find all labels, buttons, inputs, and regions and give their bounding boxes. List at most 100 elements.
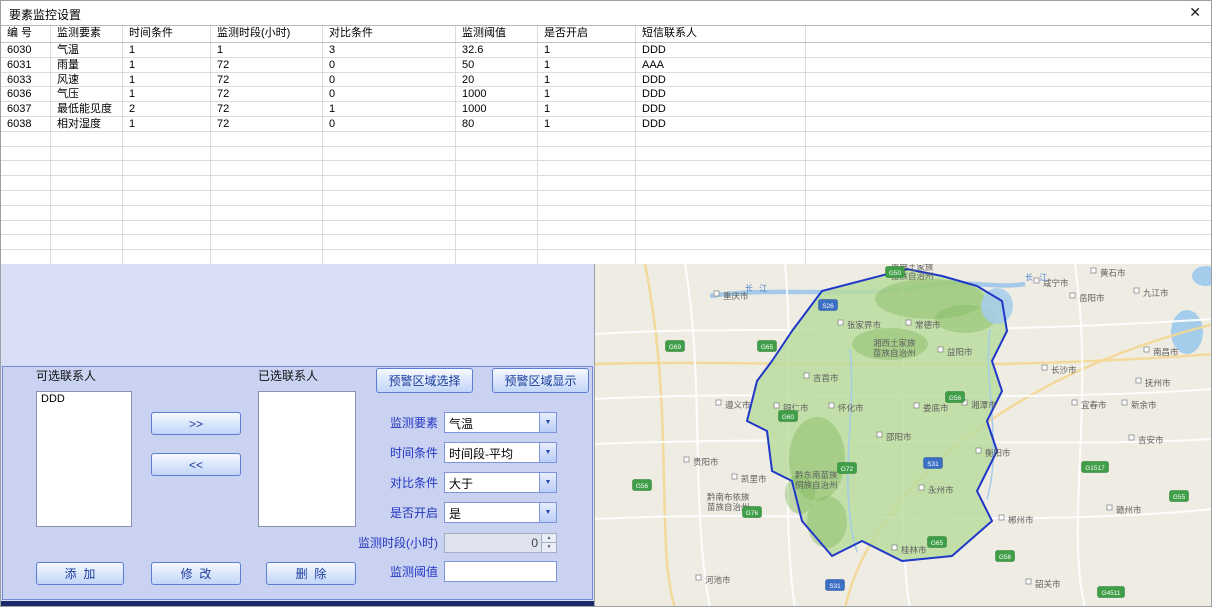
city-marker-icon: [1134, 288, 1139, 293]
table-cell: [123, 221, 211, 235]
column-header[interactable]: 监测时段(小时): [211, 26, 323, 42]
road-label: G56: [999, 554, 1012, 561]
column-header[interactable]: 时间条件: [123, 26, 211, 42]
road-label: G50: [889, 270, 902, 277]
table-cell: 0: [323, 58, 456, 72]
table-cell: [456, 161, 538, 175]
river-label: 长 江: [745, 283, 769, 293]
table-header: 编 号监测要素时间条件监测时段(小时)对比条件监测阈值是否开启短信联系人: [1, 26, 1212, 43]
road-label: G56: [949, 395, 962, 402]
table-cell: 72: [211, 73, 323, 87]
chevron-down-icon[interactable]: ▼: [539, 473, 556, 492]
table-cell: [806, 221, 1212, 235]
table-cell: [636, 161, 806, 175]
period-spinner[interactable]: 0 ▲ ▼: [444, 533, 557, 553]
warning-area-select-button[interactable]: 预警区域选择: [376, 368, 473, 393]
road-label: G65: [931, 540, 944, 547]
table-cell: 风速: [51, 73, 123, 87]
road-label: G60: [782, 414, 795, 421]
add-button[interactable]: 添 加: [36, 562, 124, 585]
table-row[interactable]: 6037最低能见度272110001DDD: [1, 102, 1212, 117]
table-cell: 6037: [1, 102, 51, 116]
city-label: 凯里市: [741, 474, 767, 484]
move-right-button[interactable]: >>: [151, 412, 241, 435]
enabled-select[interactable]: 是 ▼: [444, 502, 557, 523]
table-cell: [1, 235, 51, 249]
column-header[interactable]: 是否开启: [538, 26, 636, 42]
table-cell: [806, 102, 1212, 116]
table-cell: [123, 161, 211, 175]
city-marker-icon: [1144, 347, 1149, 352]
threshold-input[interactable]: [444, 561, 557, 582]
table-cell: [51, 206, 123, 220]
road-label: G4511: [1101, 590, 1120, 597]
chevron-down-icon[interactable]: ▼: [539, 503, 556, 522]
chevron-down-icon[interactable]: ▼: [539, 413, 556, 432]
table-row[interactable]: 6038相对湿度1720801DDD: [1, 117, 1212, 132]
city-marker-icon: [938, 347, 943, 352]
table-cell: 6031: [1, 58, 51, 72]
table-cell: [538, 191, 636, 205]
column-header[interactable]: 监测阈值: [456, 26, 538, 42]
city-label: 河池市: [705, 575, 731, 585]
table-cell: 1000: [456, 102, 538, 116]
table-cell: DDD: [636, 117, 806, 131]
table-row[interactable]: 6030气温11332.61DDD: [1, 43, 1212, 58]
table-cell: [538, 132, 636, 146]
table-cell: [538, 176, 636, 190]
modify-button[interactable]: 修 改: [151, 562, 241, 585]
table-cell: DDD: [636, 87, 806, 101]
table-cell: [806, 206, 1212, 220]
city-marker-icon: [877, 432, 882, 437]
river-label: 长 江: [1025, 272, 1049, 282]
table-cell: 6030: [1, 43, 51, 57]
monitor-table: 编 号监测要素时间条件监测时段(小时)对比条件监测阈值是否开启短信联系人 603…: [1, 25, 1212, 264]
table-cell: [538, 147, 636, 161]
table-cell: [636, 176, 806, 190]
table-cell: [51, 176, 123, 190]
table-cell: [806, 191, 1212, 205]
column-header[interactable]: 编 号: [1, 26, 51, 42]
table-cell: [636, 206, 806, 220]
table-row[interactable]: 6033风速1720201DDD: [1, 73, 1212, 88]
table-row[interactable]: 6031雨量1720501AAA: [1, 58, 1212, 73]
contact-item[interactable]: DDD: [37, 392, 131, 406]
time-condition-select[interactable]: 时间段-平均 ▼: [444, 442, 557, 463]
map[interactable]: 恩施土家族苗族自治州黄石市咸宁市九江市重庆市岳阳市张家界市常德市湘西土家族苗族自…: [594, 264, 1212, 607]
config-area: 可选联系人 已选联系人 DDD >> << 预警区域选择 预警区域显示 监测要素…: [1, 264, 594, 601]
road-label: G69: [669, 344, 682, 351]
element-select[interactable]: 气温 ▼: [444, 412, 557, 433]
available-contacts-list[interactable]: DDD: [36, 391, 132, 527]
table-cell: [323, 191, 456, 205]
column-header[interactable]: 监测要素: [51, 26, 123, 42]
table-cell: [123, 191, 211, 205]
table-empty-row: [1, 147, 1212, 162]
city-marker-icon: [838, 320, 843, 325]
spinner-up-icon[interactable]: ▲: [542, 534, 556, 543]
table-cell: DDD: [636, 102, 806, 116]
road-label: G65: [761, 344, 774, 351]
enabled-value: 是: [445, 503, 539, 522]
table-cell: 72: [211, 117, 323, 131]
compare-condition-select[interactable]: 大于 ▼: [444, 472, 557, 493]
table-cell: [636, 250, 806, 264]
city-label: 娄底市: [923, 403, 949, 413]
column-header[interactable]: 对比条件: [323, 26, 456, 42]
table-cell: 1: [323, 102, 456, 116]
table-cell: 1: [211, 43, 323, 57]
table-row[interactable]: 6036气压172010001DDD: [1, 87, 1212, 102]
table-cell: 2: [123, 102, 211, 116]
delete-button[interactable]: 删 除: [266, 562, 356, 585]
table-cell: [123, 132, 211, 146]
move-left-button[interactable]: <<: [151, 453, 241, 476]
city-label: 郴州市: [1008, 515, 1034, 525]
column-header[interactable]: 短信联系人: [636, 26, 806, 42]
chevron-down-icon[interactable]: ▼: [539, 443, 556, 462]
header-filler: [806, 26, 1212, 42]
close-icon[interactable]: ✕: [1189, 4, 1201, 20]
city-label: 苗族自治州: [873, 348, 916, 358]
spinner-down-icon[interactable]: ▼: [542, 542, 556, 552]
table-cell: [806, 250, 1212, 264]
warning-area-show-button[interactable]: 预警区域显示: [492, 368, 589, 393]
map-canvas[interactable]: 恩施土家族苗族自治州黄石市咸宁市九江市重庆市岳阳市张家界市常德市湘西土家族苗族自…: [595, 264, 1212, 607]
